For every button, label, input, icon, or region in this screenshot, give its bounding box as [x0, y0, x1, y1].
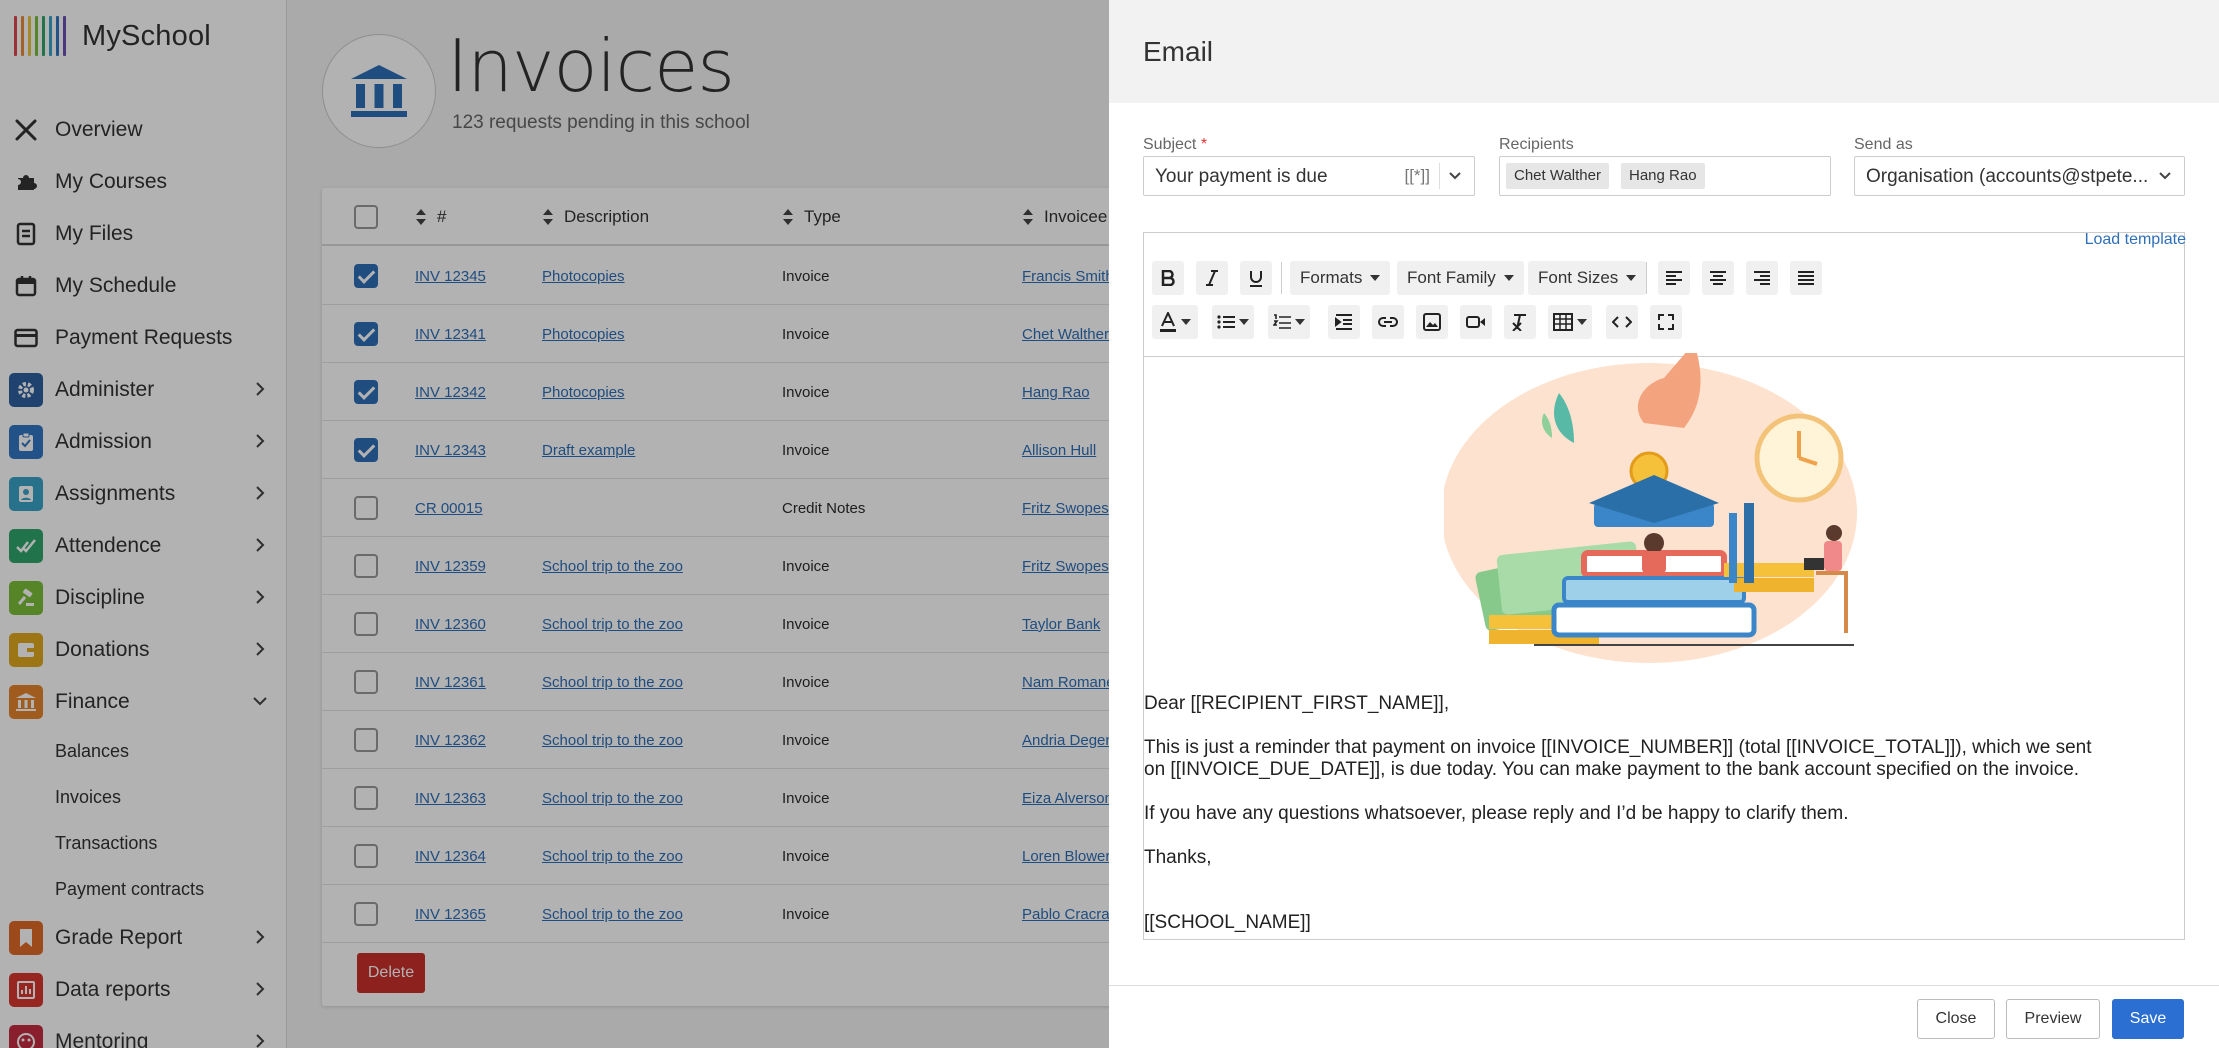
clear-format-button[interactable]	[1504, 305, 1536, 339]
rich-text-editor: Formats Font Family Font Sizes Dear [[RE…	[1143, 232, 2185, 940]
table-button[interactable]	[1548, 305, 1592, 339]
underline-icon	[1250, 270, 1262, 287]
send-as-value: Organisation (accounts@stpete...	[1866, 166, 2149, 187]
recipients-label: Recipients	[1499, 136, 1574, 153]
link-icon	[1378, 317, 1398, 327]
send-as-label: Send as	[1854, 136, 1913, 153]
fullscreen-button[interactable]	[1650, 305, 1682, 339]
image-icon	[1423, 313, 1441, 331]
align-center-icon	[1710, 271, 1726, 285]
numbered-list-icon	[1273, 314, 1291, 329]
divider	[1281, 262, 1282, 294]
email-paragraph: If you have any questions whatsoever, pl…	[1144, 803, 1849, 824]
video-icon	[1466, 316, 1485, 328]
numbered-list-button[interactable]	[1268, 305, 1310, 339]
subject-field[interactable]: Your payment is due [[*]]	[1143, 156, 1475, 196]
chevron-down-icon[interactable]	[1446, 167, 1464, 185]
text-color-button[interactable]	[1152, 305, 1198, 339]
save-button[interactable]: Save	[2112, 999, 2184, 1039]
email-modal: Email Subject * Your payment is due [[*]…	[1109, 0, 2219, 1048]
recipient-chip[interactable]: Hang Rao	[1621, 163, 1705, 189]
image-button[interactable]	[1416, 305, 1448, 339]
indent-icon	[1335, 314, 1352, 330]
insert-token-button[interactable]: [[*]]	[1404, 166, 1430, 186]
bullet-list-icon	[1217, 315, 1235, 329]
italic-button[interactable]	[1196, 261, 1228, 295]
divider	[1646, 262, 1647, 294]
underline-button[interactable]	[1240, 261, 1272, 295]
caret-down-icon	[1239, 319, 1249, 325]
modal-title: Email	[1143, 36, 1214, 67]
payment-illustration-icon	[1444, 353, 1857, 663]
align-justify-button[interactable]	[1790, 261, 1822, 295]
formats-dropdown[interactable]: Formats	[1290, 261, 1391, 295]
preview-button[interactable]: Preview	[2006, 999, 2100, 1039]
bullet-list-button[interactable]	[1212, 305, 1254, 339]
table-icon	[1553, 313, 1573, 331]
caret-down-icon	[1295, 319, 1305, 325]
chevron-down-icon	[2159, 172, 2171, 180]
divider	[1439, 163, 1440, 189]
align-right-icon	[1754, 271, 1770, 285]
email-signature: [[SCHOOL_NAME]]	[1144, 912, 1311, 933]
align-justify-icon	[1798, 271, 1814, 285]
clear-format-icon	[1512, 314, 1526, 331]
send-as-select[interactable]: Organisation (accounts@stpete...	[1854, 156, 2185, 196]
subject-label: Subject *	[1143, 136, 1208, 153]
align-right-button[interactable]	[1746, 261, 1778, 295]
indent-button[interactable]	[1328, 305, 1360, 339]
load-template-link[interactable]: Load template	[2085, 231, 2186, 249]
email-paragraph: This is just a reminder that payment on …	[1144, 737, 2092, 780]
align-left-button[interactable]	[1658, 261, 1690, 295]
modal-backdrop[interactable]	[0, 0, 1109, 1048]
fullscreen-icon	[1658, 314, 1674, 330]
code-icon	[1612, 316, 1632, 328]
caret-down-icon	[1577, 319, 1587, 325]
editor-toolbar: Formats Font Family Font Sizes	[1144, 247, 2184, 357]
caret-down-icon	[1181, 319, 1191, 325]
font-family-dropdown[interactable]: Font Family	[1397, 261, 1524, 295]
email-closing: Thanks,	[1144, 847, 1212, 868]
font-sizes-dropdown[interactable]: Font Sizes	[1528, 261, 1647, 295]
subject-value: Your payment is due	[1155, 166, 1328, 187]
editor-content[interactable]: Dear [[RECIPIENT_FIRST_NAME]], This is j…	[1144, 353, 2184, 939]
link-button[interactable]	[1372, 305, 1404, 339]
email-greeting: Dear [[RECIPIENT_FIRST_NAME]],	[1144, 693, 1450, 714]
modal-header: Email	[1109, 0, 2219, 103]
italic-icon	[1206, 270, 1218, 286]
bold-button[interactable]	[1152, 261, 1184, 295]
align-left-icon	[1666, 271, 1682, 285]
recipient-chip[interactable]: Chet Walther	[1506, 163, 1609, 189]
caret-down-icon	[1503, 275, 1514, 281]
recipients-field[interactable]: Chet Walther Hang Rao	[1499, 156, 1831, 196]
close-button[interactable]: Close	[1917, 999, 1995, 1039]
divider	[1109, 985, 2219, 986]
source-code-button[interactable]	[1606, 305, 1638, 339]
bold-icon	[1161, 270, 1175, 286]
caret-down-icon	[1626, 275, 1637, 281]
required-mark: *	[1200, 136, 1208, 153]
app-root: MySchool Overview My Courses My Files My…	[0, 0, 2219, 1048]
align-center-button[interactable]	[1702, 261, 1734, 295]
caret-down-icon	[1370, 275, 1381, 281]
text-color-icon	[1160, 312, 1176, 332]
video-button[interactable]	[1460, 305, 1492, 339]
